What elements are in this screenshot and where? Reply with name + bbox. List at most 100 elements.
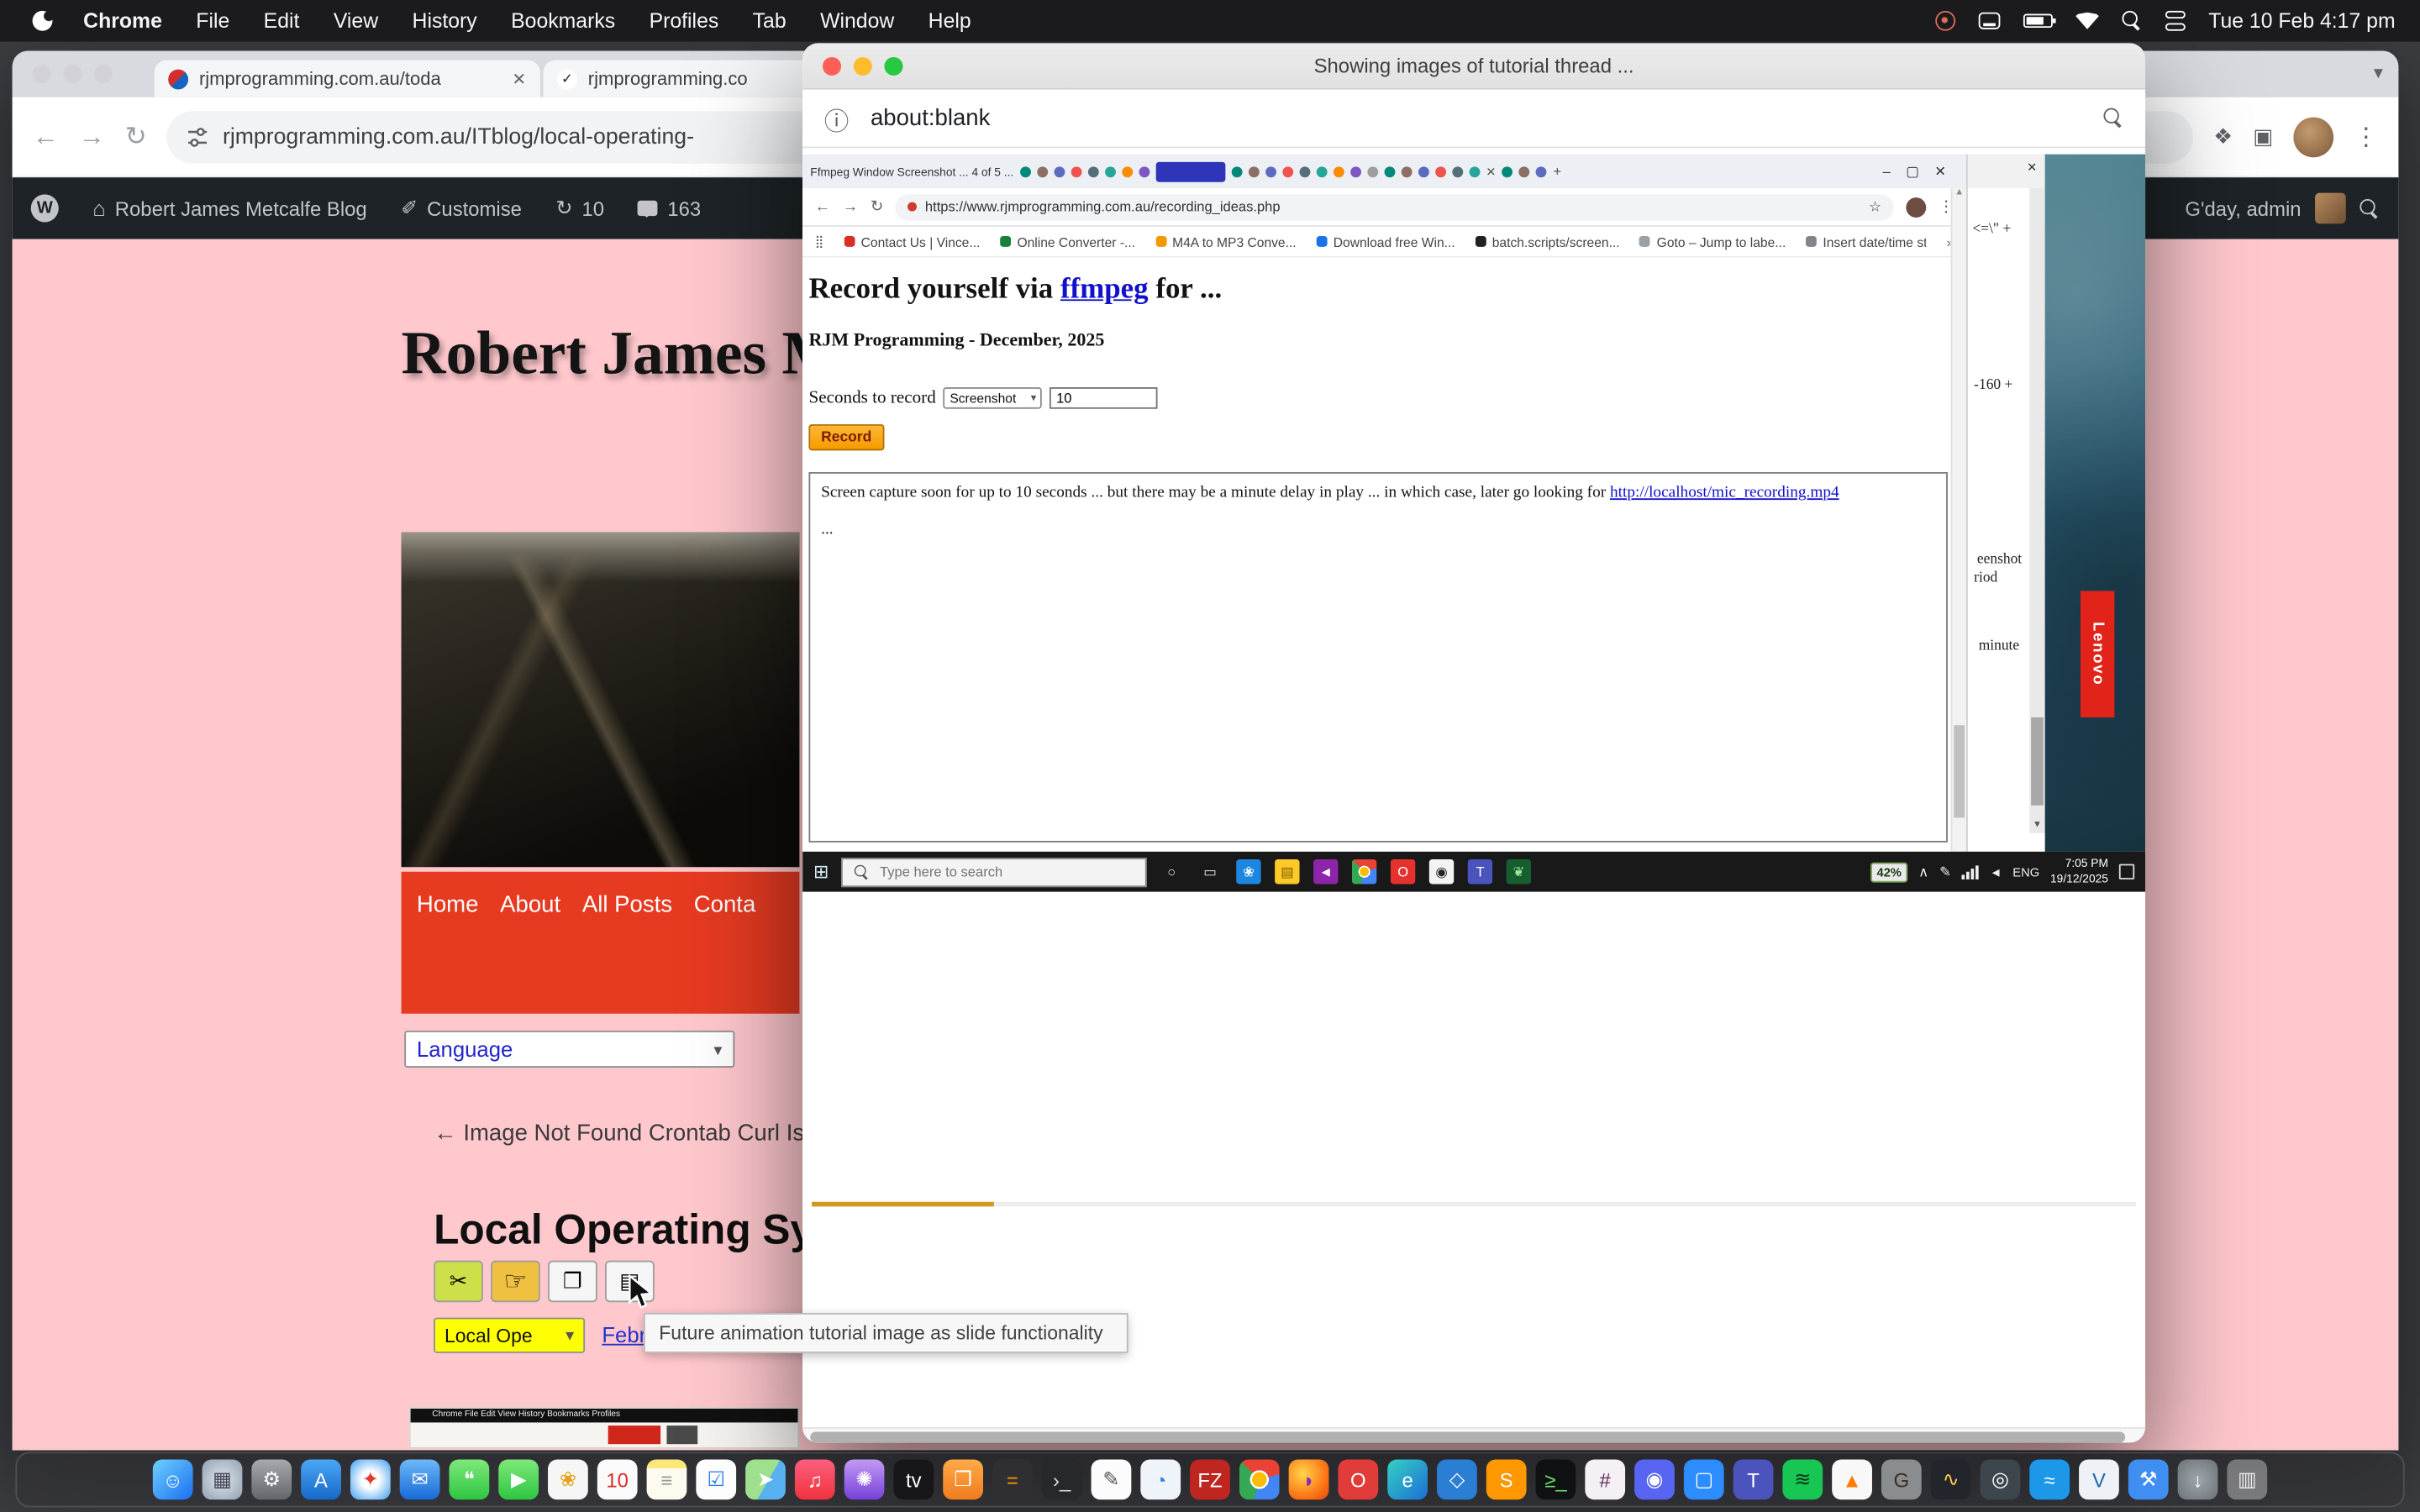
admin-search-icon[interactable] <box>2360 198 2380 218</box>
animation-icon[interactable]: ✂ <box>434 1261 483 1303</box>
dock-app-terminal[interactable]: ›_ <box>1042 1460 1082 1500</box>
dock-app-launchpad[interactable]: ▦ <box>203 1460 243 1500</box>
menu-tab[interactable]: Tab <box>735 9 802 33</box>
dock-app-xcode[interactable]: ⚒ <box>2128 1460 2169 1500</box>
dock-app-finder[interactable]: ☺ <box>153 1460 193 1500</box>
zoom-window-button[interactable] <box>884 57 902 76</box>
site-settings-icon[interactable] <box>187 126 209 148</box>
side-panel-icon[interactable]: ▣ <box>2253 123 2273 150</box>
close-window-button[interactable] <box>33 65 51 83</box>
close-window-button[interactable] <box>823 57 841 76</box>
browser-menu-icon[interactable]: ⋮ <box>2354 121 2378 152</box>
nav-about[interactable]: About <box>500 892 560 1014</box>
dock-app-teams[interactable]: T <box>1733 1460 1774 1500</box>
forward-icon[interactable]: → <box>79 121 105 152</box>
dock-app-filezilla[interactable]: FZ <box>1190 1460 1230 1500</box>
tab-search-chevron-icon[interactable]: ▾ <box>2374 61 2383 83</box>
dock-app-downloads[interactable]: ↓ <box>2178 1460 2218 1500</box>
back-icon[interactable]: ← <box>33 121 59 152</box>
dock-app-facetime[interactable]: ▶ <box>498 1460 539 1500</box>
search-icon[interactable] <box>2103 108 2123 129</box>
admin-avatar[interactable] <box>2315 193 2346 224</box>
admin-customise-link[interactable]: ✐ Customise <box>401 196 522 220</box>
previous-post-link[interactable]: ← Image Not Found Crontab Curl Issue T <box>434 1120 861 1146</box>
reload-icon[interactable]: ↻ <box>125 121 147 152</box>
dock-app-calendar[interactable]: 10 <box>597 1460 638 1500</box>
dock-app-discord[interactable]: ◉ <box>1634 1460 1675 1500</box>
dock-app-vscode[interactable]: ◇ <box>1437 1460 1477 1500</box>
dock-app-chrome[interactable] <box>1239 1460 1280 1500</box>
dock-app-system-settings[interactable]: ⚙ <box>251 1460 292 1500</box>
dock-app-mail[interactable]: ✉ <box>400 1460 440 1500</box>
dock-app-music[interactable]: ♫ <box>795 1460 835 1500</box>
popup-address-bar[interactable]: ⓘ about:blank <box>802 90 2145 149</box>
battery-icon[interactable] <box>2023 13 2053 28</box>
nav-home[interactable]: Home <box>417 892 478 1014</box>
apple-menu-icon[interactable] <box>33 11 53 31</box>
wifi-icon[interactable] <box>2075 13 2099 29</box>
dock-app-trash[interactable]: ▥ <box>2227 1460 2267 1500</box>
nav-contact[interactable]: Conta <box>694 892 756 1014</box>
dock-app-firefox[interactable]: ◗ <box>1289 1460 1329 1500</box>
minimize-window-button[interactable] <box>63 65 82 83</box>
menu-app-name[interactable]: Chrome <box>66 9 179 33</box>
dock-app-vlc[interactable]: ▲ <box>1832 1460 1872 1500</box>
dock-app-books[interactable]: ❐ <box>943 1460 983 1500</box>
admin-updates-link[interactable]: ↻ 10 <box>555 196 604 220</box>
keyboard-input-icon[interactable] <box>1979 13 2001 29</box>
dock-app-sublime[interactable]: S <box>1486 1460 1527 1500</box>
menu-history[interactable]: History <box>395 9 494 33</box>
dock-app-photos[interactable]: ❀ <box>548 1460 588 1500</box>
menu-view[interactable]: View <box>317 9 396 33</box>
dock-app-opera[interactable]: O <box>1338 1460 1378 1500</box>
book-icon[interactable]: ❐ <box>548 1261 597 1303</box>
dock-app-gimp[interactable]: G <box>1881 1460 1922 1500</box>
control-center-icon[interactable] <box>2165 11 2186 31</box>
dock-app-app-store[interactable]: A <box>301 1460 341 1500</box>
menu-help[interactable]: Help <box>911 9 987 33</box>
dock-app-podcasts[interactable]: ✺ <box>844 1460 885 1500</box>
tutorial-screenshot-image[interactable]: Ffmpeg Window Screenshot ... 4 of 5 ... … <box>802 155 2145 892</box>
menubar-clock[interactable]: Tue 10 Feb 4:17 pm <box>2208 9 2395 33</box>
dock-app-maps[interactable]: ➤ <box>745 1460 786 1500</box>
scrollbar-thumb[interactable] <box>810 1431 2125 1442</box>
page-info-icon[interactable]: ⓘ <box>824 99 849 136</box>
profile-avatar[interactable] <box>2293 117 2333 157</box>
spotlight-search-icon[interactable] <box>2122 11 2142 31</box>
dock-app-obs[interactable]: ◎ <box>1981 1460 2021 1500</box>
dock-app-safari[interactable]: ✦ <box>350 1460 391 1500</box>
dock-app-preview[interactable]: ◔ <box>1140 1460 1181 1500</box>
nav-all-posts[interactable]: All Posts <box>582 892 672 1014</box>
dock-app-calculator[interactable]: = <box>992 1460 1033 1500</box>
browser-tab-1[interactable]: rjmprogramming.com.au/toda ✕ <box>155 60 540 97</box>
dock-app-tv[interactable]: tv <box>893 1460 934 1500</box>
wordpress-logo-icon[interactable]: W <box>31 194 59 222</box>
dock-app-messages[interactable]: ❝ <box>449 1460 489 1500</box>
screen-recording-icon[interactable] <box>1935 11 1955 31</box>
dock-app-audacity[interactable]: ∿ <box>1931 1460 1971 1500</box>
tab-close-icon[interactable]: ✕ <box>512 69 526 89</box>
topic-select[interactable]: Local Ope ▾ <box>434 1318 585 1353</box>
menu-window[interactable]: Window <box>803 9 912 33</box>
dock-app-virtualbox[interactable]: V <box>2079 1460 2119 1500</box>
menu-bookmarks[interactable]: Bookmarks <box>494 9 632 33</box>
dock-app-slack[interactable]: # <box>1585 1460 1625 1500</box>
menu-profiles[interactable]: Profiles <box>632 9 735 33</box>
dock-app-spotify[interactable]: ≋ <box>1782 1460 1823 1500</box>
language-select[interactable]: Language ▾ <box>404 1031 734 1068</box>
popup-horizontal-scrollbar[interactable] <box>802 1427 2145 1442</box>
extensions-icon[interactable]: ❖ <box>2213 123 2233 150</box>
dock-app-edge[interactable]: e <box>1387 1460 1428 1500</box>
dock-app-iterm[interactable]: ≥_ <box>1536 1460 1576 1500</box>
menu-file[interactable]: File <box>179 9 246 33</box>
dock-app-zoom[interactable]: ▢ <box>1684 1460 1724 1500</box>
minimize-window-button[interactable] <box>854 57 872 76</box>
menu-edit[interactable]: Edit <box>246 9 316 33</box>
popup-titlebar[interactable]: Showing images of tutorial thread ... <box>802 43 2145 89</box>
dock-app-notes[interactable]: ≡ <box>647 1460 687 1500</box>
dock-app-textedit[interactable]: ✎ <box>1092 1460 1132 1500</box>
zoom-window-button[interactable] <box>94 65 113 83</box>
admin-site-link[interactable]: ⌂ Robert James Metcalfe Blog <box>92 196 367 220</box>
admin-comments-link[interactable]: 163 <box>638 197 701 220</box>
dock-app-docker[interactable]: ≈ <box>2029 1460 2070 1500</box>
